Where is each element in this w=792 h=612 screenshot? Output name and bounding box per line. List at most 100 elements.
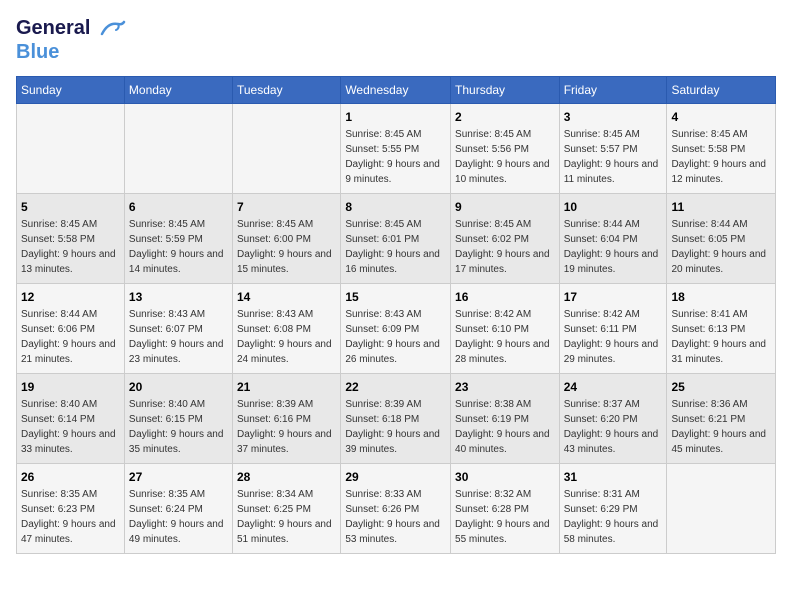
day-info: Sunrise: 8:44 AM Sunset: 6:06 PM Dayligh…: [21, 307, 120, 367]
calendar-cell: 23Sunrise: 8:38 AM Sunset: 6:19 PM Dayli…: [451, 374, 560, 464]
day-info: Sunrise: 8:45 AM Sunset: 6:00 PM Dayligh…: [237, 217, 336, 277]
day-info: Sunrise: 8:37 AM Sunset: 6:20 PM Dayligh…: [564, 397, 663, 457]
calendar-cell: [124, 104, 232, 194]
day-info: Sunrise: 8:34 AM Sunset: 6:25 PM Dayligh…: [237, 487, 336, 547]
day-number: 15: [345, 290, 446, 304]
day-number: 21: [237, 380, 336, 394]
calendar-cell: [667, 464, 776, 554]
day-info: Sunrise: 8:45 AM Sunset: 5:59 PM Dayligh…: [129, 217, 228, 277]
day-info: Sunrise: 8:45 AM Sunset: 6:02 PM Dayligh…: [455, 217, 555, 277]
day-info: Sunrise: 8:39 AM Sunset: 6:16 PM Dayligh…: [237, 397, 336, 457]
day-number: 7: [237, 200, 336, 214]
weekday-header-tuesday: Tuesday: [233, 77, 341, 104]
calendar-cell: 13 Sunrise: 8:43 AM Sunset: 6:07 PM Dayli…: [124, 284, 232, 374]
day-info: Sunrise: 8:43 AM Sunset: 6:07 PM Dayligh…: [129, 307, 228, 367]
page-header: General Blue: [16, 16, 776, 64]
calendar-cell: 14Sunrise: 8:43 AM Sunset: 6:08 PM Dayli…: [233, 284, 341, 374]
calendar-cell: 29 Sunrise: 8:33 AM Sunset: 6:26 PM Dayli…: [341, 464, 451, 554]
day-number: 14: [237, 290, 336, 304]
day-info: Sunrise: 8:33 AM Sunset: 6:26 PM Dayligh…: [345, 487, 446, 547]
calendar-cell: 31Sunrise: 8:31 AM Sunset: 6:29 PM Dayli…: [559, 464, 667, 554]
weekday-header-wednesday: Wednesday: [341, 77, 451, 104]
day-number: 17: [564, 290, 663, 304]
day-number: 2: [455, 110, 555, 124]
day-info: Sunrise: 8:43 AM Sunset: 6:09 PM Dayligh…: [345, 307, 446, 367]
calendar-cell: 12 Sunrise: 8:44 AM Sunset: 6:06 PM Dayli…: [17, 284, 125, 374]
weekday-header-monday: Monday: [124, 77, 232, 104]
calendar-cell: 17 Sunrise: 8:42 AM Sunset: 6:11 PM Dayli…: [559, 284, 667, 374]
day-number: 6: [129, 200, 228, 214]
calendar-cell: 30 Sunrise: 8:32 AM Sunset: 6:28 PM Dayli…: [451, 464, 560, 554]
calendar-cell: 2 Sunrise: 8:45 AM Sunset: 5:56 PM Daylig…: [451, 104, 560, 194]
day-number: 10: [564, 200, 663, 214]
day-info: Sunrise: 8:31 AM Sunset: 6:29 PM Dayligh…: [564, 487, 663, 547]
day-number: 4: [671, 110, 771, 124]
day-number: 8: [345, 200, 446, 214]
calendar-week-row: 19 Sunrise: 8:40 AM Sunset: 6:14 PM Dayli…: [17, 374, 776, 464]
day-number: 28: [237, 470, 336, 484]
calendar-cell: 28 Sunrise: 8:34 AM Sunset: 6:25 PM Dayli…: [233, 464, 341, 554]
calendar-cell: 25Sunrise: 8:36 AM Sunset: 6:21 PM Dayli…: [667, 374, 776, 464]
calendar-cell: 6 Sunrise: 8:45 AM Sunset: 5:59 PM Daylig…: [124, 194, 232, 284]
day-number: 11: [671, 200, 771, 214]
day-info: Sunrise: 8:40 AM Sunset: 6:14 PM Dayligh…: [21, 397, 120, 457]
calendar-cell: 5 Sunrise: 8:45 AM Sunset: 5:58 PM Daylig…: [17, 194, 125, 284]
calendar-cell: 19 Sunrise: 8:40 AM Sunset: 6:14 PM Dayli…: [17, 374, 125, 464]
calendar-week-row: 5 Sunrise: 8:45 AM Sunset: 5:58 PM Daylig…: [17, 194, 776, 284]
calendar-cell: 21 Sunrise: 8:39 AM Sunset: 6:16 PM Dayli…: [233, 374, 341, 464]
weekday-header-sunday: Sunday: [17, 77, 125, 104]
day-info: Sunrise: 8:35 AM Sunset: 6:24 PM Dayligh…: [129, 487, 228, 547]
day-number: 5: [21, 200, 120, 214]
calendar-cell: 18 Sunrise: 8:41 AM Sunset: 6:13 PM Dayli…: [667, 284, 776, 374]
day-number: 29: [345, 470, 446, 484]
weekday-header-row: SundayMondayTuesdayWednesdayThursdayFrid…: [17, 77, 776, 104]
day-number: 26: [21, 470, 120, 484]
day-number: 1: [345, 110, 446, 124]
day-info: Sunrise: 8:42 AM Sunset: 6:11 PM Dayligh…: [564, 307, 663, 367]
day-info: Sunrise: 8:45 AM Sunset: 5:58 PM Dayligh…: [21, 217, 120, 277]
logo-text: General Blue: [16, 16, 126, 64]
day-number: 12: [21, 290, 120, 304]
day-number: 30: [455, 470, 555, 484]
day-number: 18: [671, 290, 771, 304]
day-number: 16: [455, 290, 555, 304]
day-info: Sunrise: 8:45 AM Sunset: 6:01 PM Dayligh…: [345, 217, 446, 277]
day-number: 3: [564, 110, 663, 124]
day-info: Sunrise: 8:41 AM Sunset: 6:13 PM Dayligh…: [671, 307, 771, 367]
day-number: 25: [671, 380, 771, 394]
logo: General Blue: [16, 16, 126, 64]
day-info: Sunrise: 8:44 AM Sunset: 6:05 PM Dayligh…: [671, 217, 771, 277]
calendar-week-row: 26Sunrise: 8:35 AM Sunset: 6:23 PM Dayli…: [17, 464, 776, 554]
day-number: 24: [564, 380, 663, 394]
day-info: Sunrise: 8:39 AM Sunset: 6:18 PM Dayligh…: [345, 397, 446, 457]
day-number: 9: [455, 200, 555, 214]
day-number: 20: [129, 380, 228, 394]
calendar-week-row: 12 Sunrise: 8:44 AM Sunset: 6:06 PM Dayli…: [17, 284, 776, 374]
day-info: Sunrise: 8:45 AM Sunset: 5:55 PM Dayligh…: [345, 127, 446, 187]
day-info: Sunrise: 8:44 AM Sunset: 6:04 PM Dayligh…: [564, 217, 663, 277]
calendar-cell: 7 Sunrise: 8:45 AM Sunset: 6:00 PM Daylig…: [233, 194, 341, 284]
calendar-cell: 15 Sunrise: 8:43 AM Sunset: 6:09 PM Dayli…: [341, 284, 451, 374]
day-number: 13: [129, 290, 228, 304]
calendar-cell: 1 Sunrise: 8:45 AM Sunset: 5:55 PM Daylig…: [341, 104, 451, 194]
day-number: 23: [455, 380, 555, 394]
day-number: 22: [345, 380, 446, 394]
day-info: Sunrise: 8:40 AM Sunset: 6:15 PM Dayligh…: [129, 397, 228, 457]
calendar-cell: 8 Sunrise: 8:45 AM Sunset: 6:01 PM Daylig…: [341, 194, 451, 284]
weekday-header-saturday: Saturday: [667, 77, 776, 104]
weekday-header-thursday: Thursday: [451, 77, 560, 104]
calendar-cell: [233, 104, 341, 194]
calendar-cell: 10 Sunrise: 8:44 AM Sunset: 6:04 PM Dayli…: [559, 194, 667, 284]
day-info: Sunrise: 8:45 AM Sunset: 5:56 PM Dayligh…: [455, 127, 555, 187]
day-info: Sunrise: 8:45 AM Sunset: 5:57 PM Dayligh…: [564, 127, 663, 187]
day-info: Sunrise: 8:32 AM Sunset: 6:28 PM Dayligh…: [455, 487, 555, 547]
calendar-cell: 20 Sunrise: 8:40 AM Sunset: 6:15 PM Dayli…: [124, 374, 232, 464]
calendar-cell: 22 Sunrise: 8:39 AM Sunset: 6:18 PM Dayli…: [341, 374, 451, 464]
calendar-cell: 4Sunrise: 8:45 AM Sunset: 5:58 PM Daylig…: [667, 104, 776, 194]
calendar-cell: 9 Sunrise: 8:45 AM Sunset: 6:02 PM Daylig…: [451, 194, 560, 284]
calendar-cell: 3 Sunrise: 8:45 AM Sunset: 5:57 PM Daylig…: [559, 104, 667, 194]
calendar-cell: 27Sunrise: 8:35 AM Sunset: 6:24 PM Dayli…: [124, 464, 232, 554]
calendar-table: SundayMondayTuesdayWednesdayThursdayFrid…: [16, 76, 776, 554]
calendar-cell: [17, 104, 125, 194]
day-number: 19: [21, 380, 120, 394]
